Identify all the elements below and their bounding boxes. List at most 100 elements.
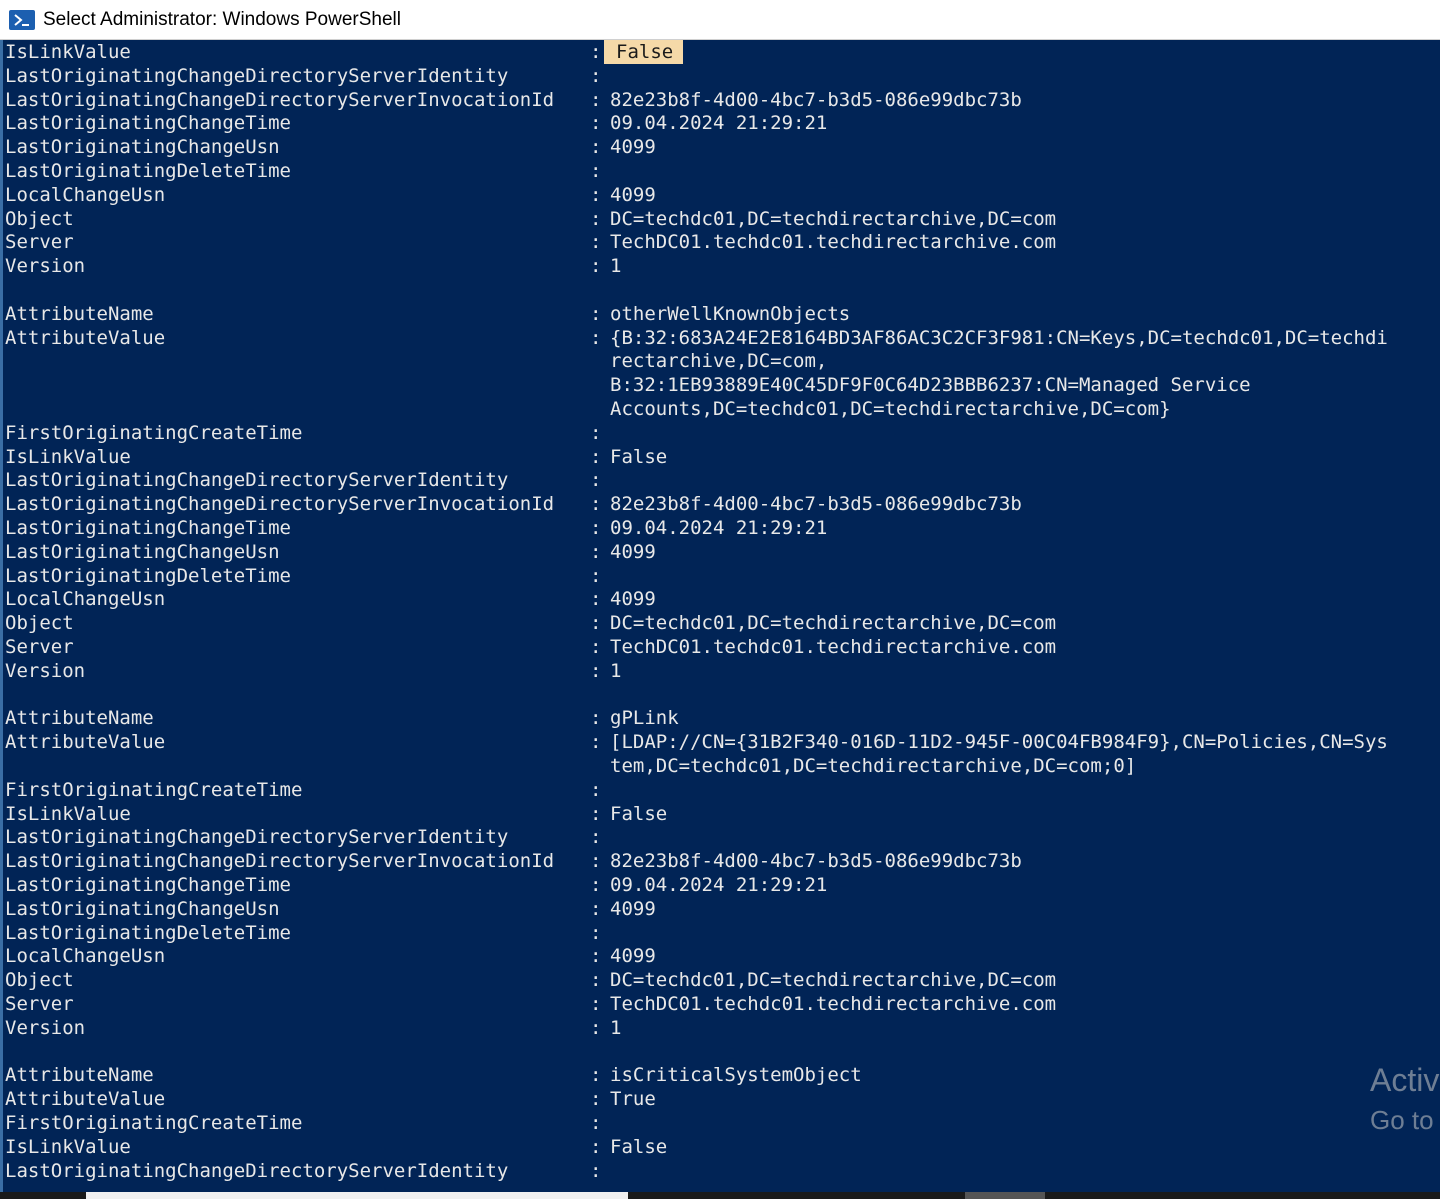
property-separator: :	[590, 778, 602, 801]
property-value: DC=techdc01,DC=techdirectarchive,DC=com	[610, 612, 1057, 635]
console-property-line: Object: DC=techdc01,DC=techdirectarchive,…	[5, 611, 1056, 635]
console-property-line: FirstOriginatingCreateTime:	[5, 778, 610, 802]
property-name: IsLinkValue	[5, 802, 131, 825]
title-bar[interactable]: Select Administrator: Windows PowerShell	[0, 0, 1440, 40]
console-property-line: FirstOriginatingCreateTime:	[5, 1111, 610, 1135]
property-name: FirstOriginatingCreateTime	[5, 778, 303, 801]
property-value: DC=techdc01,DC=techdirectarchive,DC=com	[610, 969, 1057, 992]
selected-property-value: False	[604, 40, 684, 64]
console-property-line: LastOriginatingChangeTime:09.04.2024 21:…	[5, 873, 827, 897]
console-property-line: LastOriginatingDeleteTime:	[5, 564, 610, 588]
horizontal-scrollbar-thumb[interactable]	[86, 1192, 628, 1199]
console-property-line: AttributeValue: True	[5, 1087, 656, 1111]
property-separator: :	[590, 897, 602, 920]
property-value: True	[610, 1088, 656, 1111]
property-name: Server	[5, 993, 74, 1015]
property-name: LastOriginatingChangeDirectoryServerInvo…	[5, 493, 555, 516]
activate-windows-watermark-subtitle: Go to	[1370, 1105, 1434, 1135]
property-separator: :	[590, 969, 602, 992]
property-value: False	[610, 802, 668, 825]
property-value: 4099	[610, 540, 656, 563]
console-property-line: Server: TechDC01.techdc01.techdirectarchi…	[5, 992, 1056, 1016]
console-property-line: Version:1	[5, 254, 621, 278]
console-property-line: LastOriginatingChangeDirectoryServerInvo…	[5, 88, 1022, 112]
console-property-line: Server: TechDC01.techdc01.techdirectarchi…	[5, 635, 1056, 659]
property-separator: :	[590, 612, 602, 635]
console-property-line: IsLinkValue: False	[5, 1135, 667, 1159]
property-separator: :	[590, 850, 602, 873]
property-separator: :	[590, 160, 602, 182]
console-property-line: LastOriginatingChangeUsn:4099	[5, 540, 656, 564]
property-name: LocalChangeUsn	[5, 183, 166, 206]
property-separator: :	[590, 921, 602, 944]
property-name: Version	[5, 1016, 86, 1039]
property-value: 82e23b8f-4d00-4bc7-b3d5-086e99dbc73b	[610, 850, 1022, 873]
property-separator: :	[590, 1135, 602, 1158]
property-separator: :	[590, 445, 602, 468]
property-value: rectarchive,DC=com,	[610, 350, 828, 373]
property-name: IsLinkValue	[5, 41, 131, 63]
property-separator: :	[590, 517, 602, 539]
property-separator: :	[590, 564, 602, 587]
console-property-line: Server: TechDC01.techdc01.techdirectarchi…	[5, 230, 1056, 254]
property-separator: :	[590, 183, 602, 206]
property-separator: :	[590, 255, 602, 278]
property-value: TechDC01.techdc01.techdirectarchive.com	[610, 636, 1057, 658]
property-separator: :	[590, 1088, 602, 1111]
property-name: LocalChangeUsn	[5, 945, 166, 968]
property-separator: :	[590, 707, 602, 730]
property-value: 1	[610, 1016, 622, 1039]
powershell-icon	[9, 9, 35, 30]
property-value: 1	[610, 255, 622, 278]
console-output[interactable]: IsLinkValue: False LastOriginatingChangeDi…	[0, 40, 1440, 1192]
property-name: LastOriginatingChangeTime	[5, 112, 291, 135]
property-value: 4099	[610, 136, 656, 159]
property-name: Server	[5, 636, 74, 658]
console-property-line: LastOriginatingDeleteTime:	[5, 921, 610, 945]
property-name: LastOriginatingChangeDirectoryServerIden…	[5, 64, 509, 87]
property-value: otherWellKnownObjects	[610, 302, 851, 325]
property-value: 4099	[610, 945, 656, 968]
property-separator: :	[590, 136, 602, 159]
console-property-line: LastOriginatingChangeDirectoryServerInvo…	[5, 849, 1022, 873]
property-value: tem,DC=techdc01,DC=techdirectarchive,DC=…	[610, 755, 1137, 777]
property-name: LastOriginatingChangeTime	[5, 874, 291, 896]
property-name: AttributeValue	[5, 326, 166, 349]
property-name: LastOriginatingChangeUsn	[5, 540, 280, 563]
property-name: Server	[5, 231, 74, 254]
console-property-line: AttributeValue: [LDAP://CN={31B2F340-016D…	[5, 730, 1388, 754]
console-property-line: Version:1	[5, 1016, 621, 1040]
property-value: 4099	[610, 588, 656, 611]
property-value: 09.04.2024 21:29:21	[610, 517, 828, 539]
property-name: AttributeName	[5, 707, 154, 730]
property-value: 4099	[610, 183, 656, 206]
property-separator: :	[590, 802, 602, 825]
property-name: Version	[5, 255, 86, 278]
property-value: B:32:1EB93889E40C45DF9F0C64D23BBB6237:CN…	[610, 374, 1251, 397]
window-left-border	[0, 40, 3, 1192]
property-value: gPLink	[610, 707, 679, 730]
property-name: LastOriginatingChangeUsn	[5, 136, 280, 159]
property-name: AttributeName	[5, 302, 154, 325]
console-property-line: LocalChangeUsn:4099	[5, 183, 656, 207]
console-property-line: LocalChangeUsn:4099	[5, 944, 656, 968]
property-name: LastOriginatingChangeDirectoryServerIden…	[5, 469, 509, 492]
property-value: 1	[610, 659, 622, 682]
property-name: LocalChangeUsn	[5, 588, 166, 611]
property-name: AttributeValue	[5, 1088, 166, 1111]
console-property-line: LastOriginatingChangeTime:09.04.2024 21:…	[5, 516, 827, 540]
console-continuation-line: B:32:1EB93889E40C45DF9F0C64D23BBB6237:CN…	[5, 373, 1251, 397]
property-value: TechDC01.techdc01.techdirectarchive.com	[610, 231, 1057, 254]
horizontal-scrollbar-marker	[965, 1192, 1045, 1199]
property-name: LastOriginatingDeleteTime	[5, 921, 291, 944]
console-property-line: AttributeName: isCriticalSystemObject	[5, 1063, 862, 1087]
property-value: {B:32:683A24E2E8164BD3AF86AC3C2CF3F981:C…	[610, 326, 1388, 349]
property-value: 82e23b8f-4d00-4bc7-b3d5-086e99dbc73b	[610, 88, 1022, 111]
console-property-line: AttributeValue: {B:32:683A24E2E8164BD3AF8…	[5, 326, 1388, 350]
property-name: Object	[5, 612, 74, 635]
property-value: TechDC01.techdc01.techdirectarchive.com	[610, 993, 1057, 1015]
property-value: 4099	[610, 897, 656, 920]
property-separator: :	[590, 1016, 602, 1039]
property-name: Object	[5, 207, 74, 230]
console-property-line: IsLinkValue: False	[5, 802, 667, 826]
